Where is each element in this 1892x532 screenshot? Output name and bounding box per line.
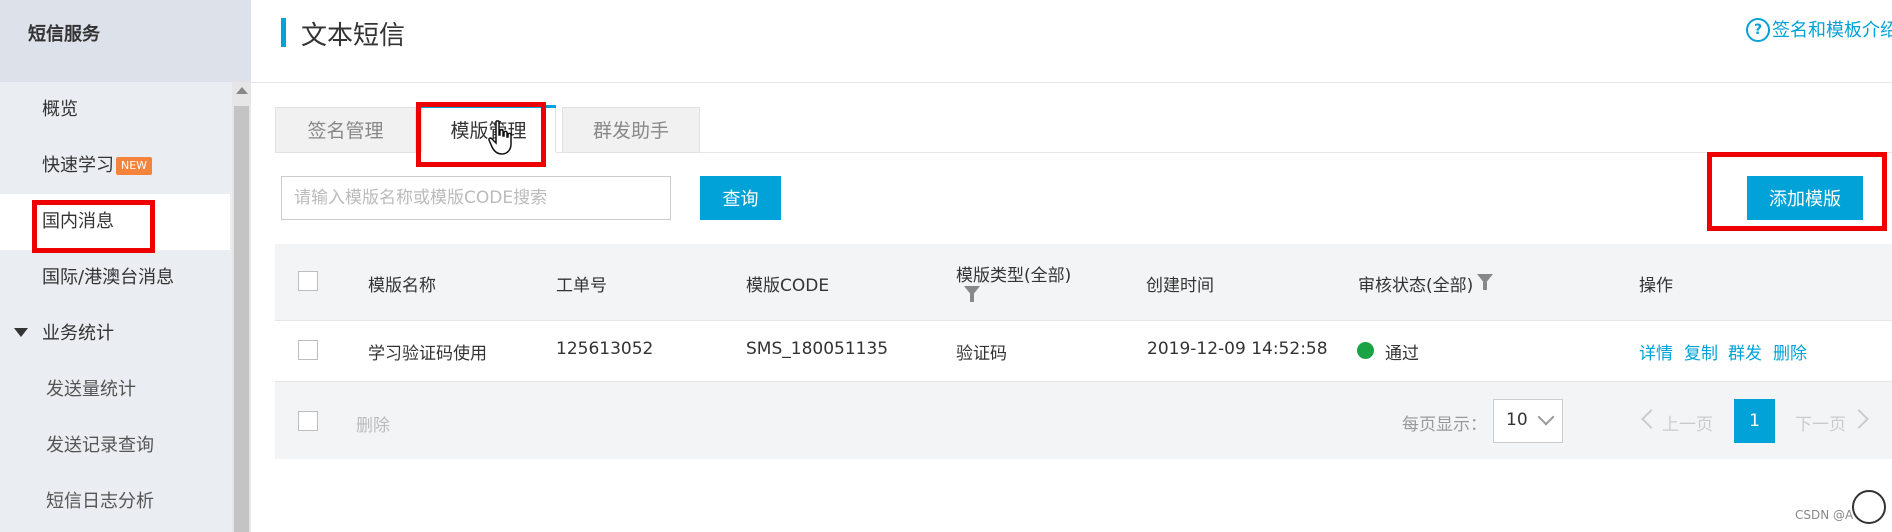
hand-cursor-icon — [488, 120, 512, 155]
query-button[interactable]: 查询 — [700, 176, 781, 220]
sidebar-item-label: 发送记录查询 — [46, 435, 154, 456]
sidebar-title: 短信服务 — [28, 24, 100, 45]
sidebar-item-label: 短信日志分析 — [46, 491, 154, 512]
filter-icon[interactable] — [964, 286, 980, 302]
next-page-button[interactable]: 下一页 — [1795, 410, 1846, 435]
sidebar-item-label: 国际/港澳台消息 — [42, 267, 175, 288]
per-page-label: 每页显示： — [1402, 415, 1487, 435]
bulk-delete-button[interactable]: 删除 — [356, 411, 390, 436]
details-link[interactable]: 详情 — [1639, 339, 1673, 364]
cell-created: 2019-12-09 14:52:58 — [1147, 339, 1328, 359]
column-header-ticket: 工单号 — [556, 276, 607, 296]
annotation-box-add-template — [1707, 152, 1887, 231]
sidebar-group-statistics[interactable]: 业务统计 — [0, 306, 230, 362]
title-accent-bar — [281, 18, 286, 47]
sidebar-item-label: 业务统计 — [42, 323, 114, 344]
sidebar-item-overview[interactable]: 概览 — [0, 82, 230, 138]
column-header-name: 模版名称 — [368, 276, 436, 296]
sidebar-item-label: 概览 — [42, 99, 78, 120]
delete-link[interactable]: 删除 — [1773, 339, 1807, 364]
per-page-value: 10 — [1506, 410, 1528, 430]
row-checkbox[interactable] — [298, 340, 318, 360]
filter-icon[interactable] — [1477, 274, 1493, 290]
cell-template-name: 学习验证码使用 — [368, 344, 487, 364]
new-badge: NEW — [116, 157, 153, 175]
prev-page-button[interactable]: 上一页 — [1662, 410, 1713, 435]
page-number-current[interactable]: 1 — [1734, 399, 1775, 443]
question-circle-icon[interactable]: ? — [1746, 18, 1770, 42]
column-header-code: 模版CODE — [746, 276, 830, 296]
cell-status: 通过 — [1385, 344, 1419, 364]
column-header-type[interactable]: 模版类型(全部) — [956, 261, 1071, 286]
annotation-box-template-tab — [416, 102, 546, 167]
status-dot-icon — [1357, 342, 1374, 359]
search-input[interactable] — [281, 176, 671, 220]
tab-signature[interactable]: 签名管理 — [275, 107, 416, 153]
tab-bulk-send[interactable]: 群发助手 — [562, 107, 700, 153]
scroll-thumb[interactable] — [234, 106, 249, 532]
copy-link[interactable]: 复制 — [1684, 339, 1718, 364]
footer-select-checkbox[interactable] — [298, 411, 318, 431]
feedback-icon[interactable] — [1852, 490, 1886, 524]
select-all-checkbox[interactable] — [298, 271, 318, 291]
cell-ticket: 125613052 — [556, 339, 654, 359]
header — [251, 0, 1892, 83]
page-title: 文本短信 — [301, 21, 406, 51]
cell-type: 验证码 — [956, 344, 1007, 364]
help-link[interactable]: 签名和模板介绍 — [1772, 18, 1892, 44]
scroll-up-arrow-icon[interactable] — [236, 87, 248, 94]
per-page-select[interactable] — [1493, 399, 1563, 443]
bulk-send-link[interactable]: 群发 — [1728, 339, 1762, 364]
sidebar-item-label: 发送量统计 — [46, 379, 136, 400]
sidebar-item-send-records[interactable]: 发送记录查询 — [0, 418, 230, 474]
column-header-created: 创建时间 — [1146, 276, 1214, 296]
cell-code: SMS_180051135 — [746, 339, 889, 359]
sidebar-item-log-analysis[interactable]: 短信日志分析 — [0, 474, 230, 530]
sidebar-item-international[interactable]: 国际/港澳台消息 — [0, 250, 230, 306]
caret-down-icon — [14, 328, 28, 337]
sidebar-item-label: 快速学习 — [42, 155, 114, 176]
sidebar-item-quick-learn[interactable]: 快速学习 NEW — [0, 138, 230, 194]
column-header-actions: 操作 — [1639, 276, 1673, 296]
annotation-box-domestic — [32, 200, 155, 253]
watermark: CSDN @A — [1795, 508, 1854, 522]
column-header-status[interactable]: 审核状态(全部) — [1358, 271, 1473, 296]
sidebar-item-send-volume[interactable]: 发送量统计 — [0, 362, 230, 418]
